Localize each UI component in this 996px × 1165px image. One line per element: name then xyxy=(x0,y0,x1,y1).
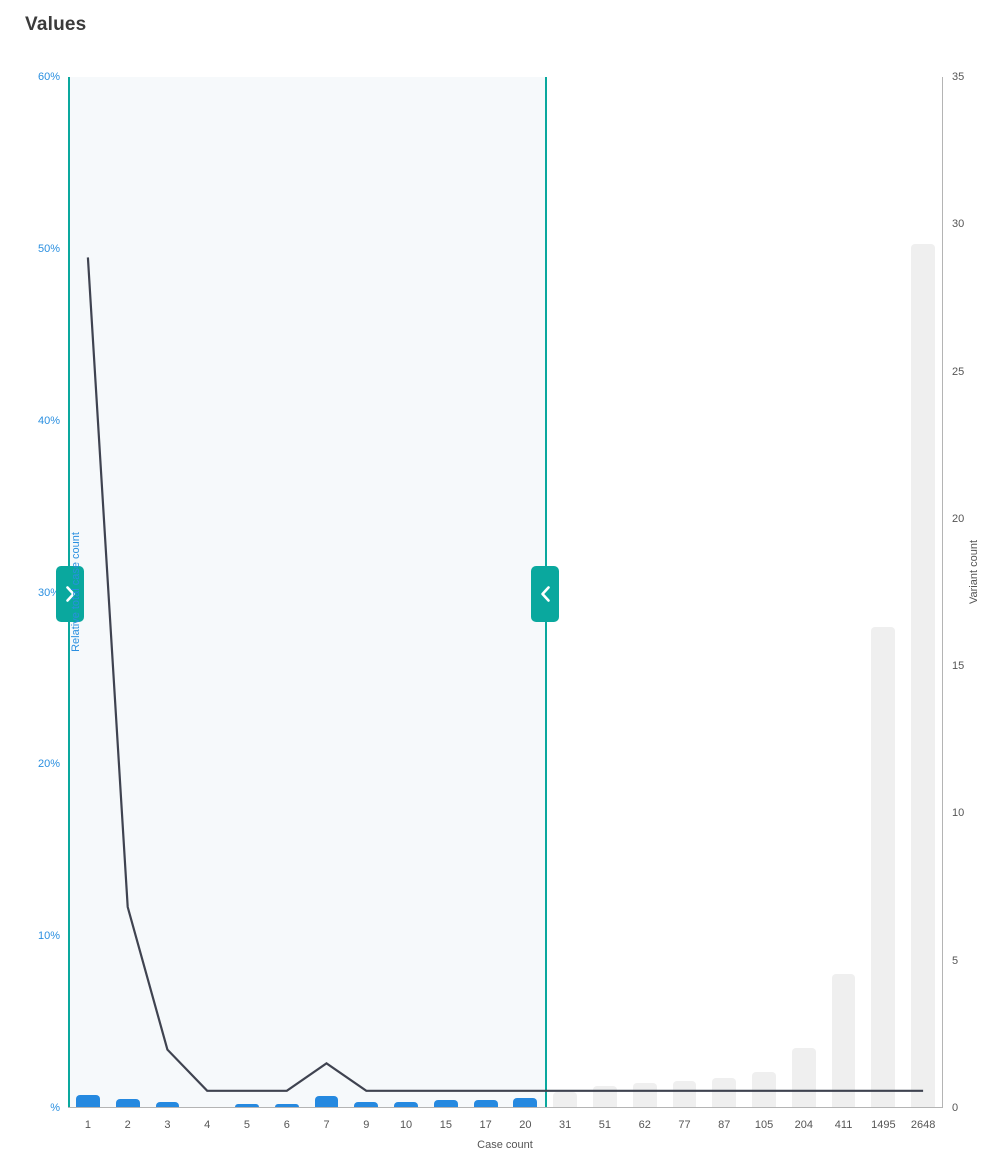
right-axis-tick-label: 35 xyxy=(952,71,965,83)
x-axis-tick-label: 9 xyxy=(363,1119,370,1131)
left-axis-title: Relative total case count xyxy=(69,532,82,652)
x-axis-tick-label: 20 xyxy=(519,1119,532,1131)
right-axis-tick-label: 10 xyxy=(952,807,965,820)
right-axis-tick-label: 5 xyxy=(952,954,959,967)
x-axis-tick-label: 105 xyxy=(754,1119,774,1131)
left-axis-tick-label: 40% xyxy=(37,414,60,427)
x-axis-title: Case count xyxy=(477,1139,533,1151)
x-axis-tick-label: 4 xyxy=(204,1119,211,1131)
right-axis-tick-label: 30 xyxy=(952,218,965,231)
x-axis-tick-label: 3 xyxy=(164,1119,171,1131)
x-axis-tick-label: 2 xyxy=(124,1119,131,1131)
x-axis-tick-label: 1495 xyxy=(871,1119,896,1131)
x-axis-tick-label: 1 xyxy=(84,1119,91,1131)
chevron-left-icon xyxy=(540,586,550,602)
x-axis-tick-label: 87 xyxy=(718,1119,731,1131)
chart-plot-area[interactable]: % 10% 20% 30% 40% 50% 60% 0 5 10 15 20 25 30 35 12345… xyxy=(38,71,964,1151)
x-axis-tick-label: 204 xyxy=(794,1119,813,1131)
x-axis-tick-label: 15 xyxy=(439,1119,452,1131)
page-title: Values xyxy=(25,14,87,35)
left-axis-tick-label: % xyxy=(50,1102,60,1114)
x-axis-tick-label: 10 xyxy=(399,1119,413,1131)
right-axis-tick-label: 0 xyxy=(952,1102,959,1114)
right-axis-tick-label: 15 xyxy=(952,660,965,673)
x-axis-tick-label: 62 xyxy=(638,1119,651,1131)
x-axis-tick-label: 5 xyxy=(243,1119,251,1131)
right-axis-tick-label: 25 xyxy=(952,365,965,378)
x-axis-tick-label: 31 xyxy=(559,1119,572,1131)
x-axis-tick-label: 411 xyxy=(834,1119,853,1131)
left-axis-tick-label: 50% xyxy=(37,242,60,255)
left-axis-tick-label: 60% xyxy=(37,71,60,83)
x-axis-tick-label: 17 xyxy=(479,1119,492,1131)
right-axis-title: Variant count xyxy=(968,539,981,605)
x-axis-tick-label: 7 xyxy=(323,1119,330,1131)
x-axis-tick-label: 6 xyxy=(283,1119,290,1131)
x-axis-tick-label: 51 xyxy=(598,1119,612,1131)
left-axis-tick-label: 20% xyxy=(37,758,60,771)
x-axis-tick-label: 2648 xyxy=(910,1119,936,1131)
plot-inner: % 10% 20% 30% 40% 50% 60% 0 5 10 15 20 25 30 35 12345… xyxy=(38,71,964,1131)
relative-case-count-line xyxy=(86,257,924,1092)
brush-handle-right[interactable] xyxy=(531,566,560,622)
left-axis-tick-label: 10% xyxy=(37,930,60,943)
right-axis-tick-label: 20 xyxy=(952,512,965,525)
x-axis-tick-label: 77 xyxy=(678,1119,691,1131)
